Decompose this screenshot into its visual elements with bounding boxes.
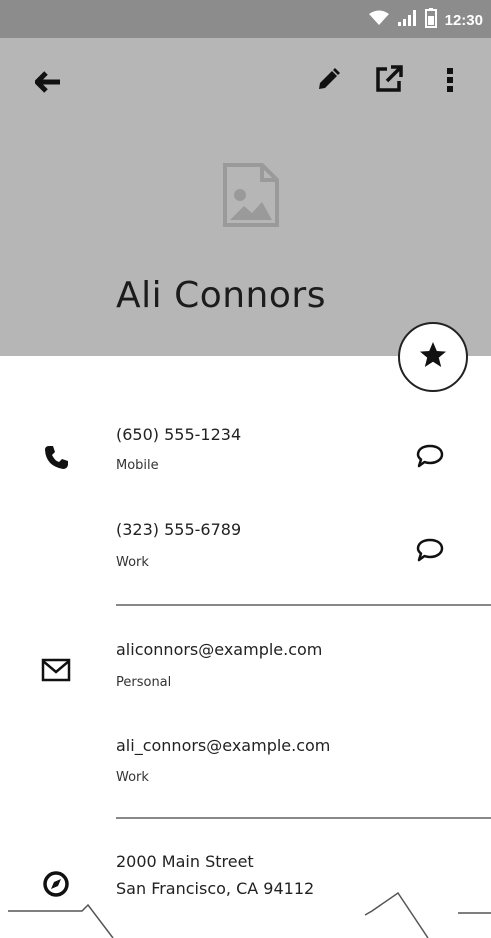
email-address: aliconnors@example.com [116,640,323,659]
battery-icon [424,8,437,33]
torn-edge [0,891,491,938]
status-icons: 12:30 [368,8,483,33]
section-divider [116,604,491,606]
favorite-button[interactable] [398,322,468,392]
status-time: 12:30 [444,12,483,29]
phone-number: (650) 555-1234 [116,425,242,444]
signal-icon [397,9,417,32]
phone-number: (323) 555-6789 [116,520,242,539]
phone-icon [34,435,78,479]
back-arrow-icon[interactable] [30,64,66,100]
email-type: Work [116,770,149,785]
email-address: ali_connors@example.com [116,736,331,755]
mail-icon [34,648,78,692]
section-divider [116,817,491,819]
email-type: Personal [116,675,172,690]
wifi-icon [368,10,389,31]
message-bubble-icon[interactable] [412,532,448,568]
edit-pencil-icon[interactable] [310,62,346,98]
contact-header: Ali Connors [0,38,491,356]
open-external-icon[interactable] [370,60,408,98]
star-icon [418,340,448,375]
status-bar: 12:30 [0,0,491,38]
phone-type: Work [116,555,149,570]
phone-type: Mobile [116,458,159,473]
more-vert-icon[interactable] [438,62,462,98]
message-bubble-icon[interactable] [412,438,448,474]
image-placeholder-icon [222,162,280,228]
contact-name: Ali Connors [116,275,326,316]
